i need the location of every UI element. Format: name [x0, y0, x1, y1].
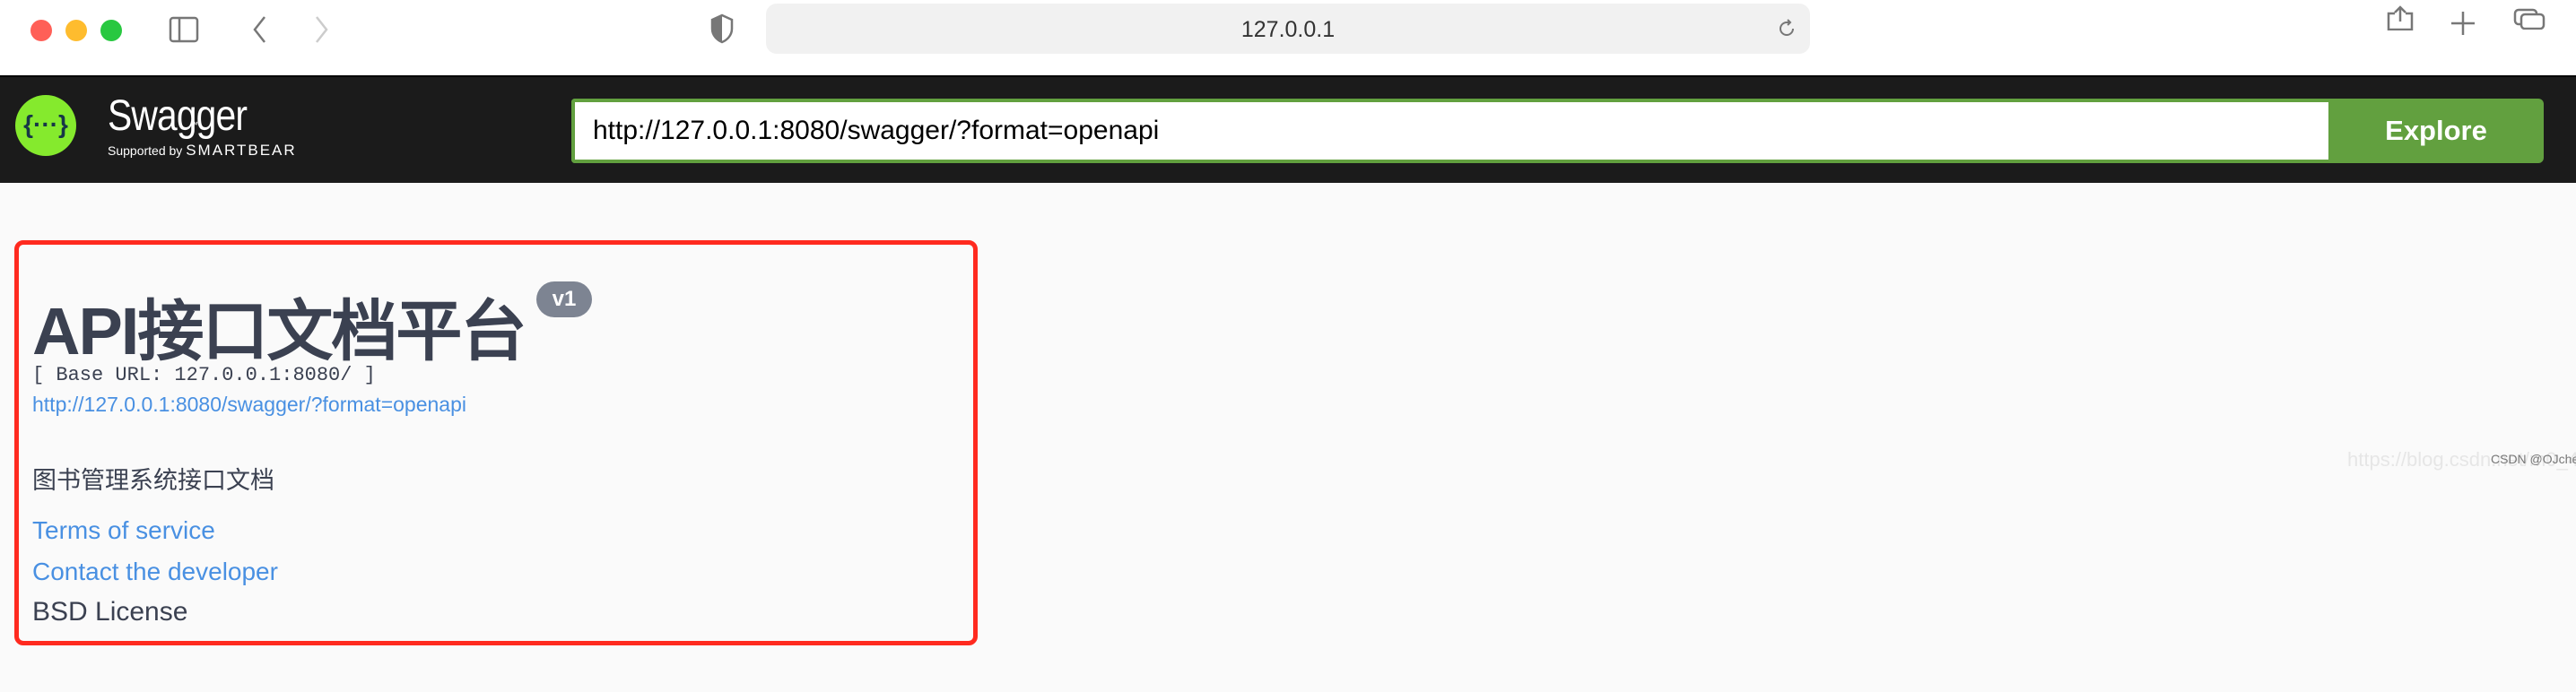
spec-url-container	[571, 99, 2328, 163]
spec-link[interactable]: http://127.0.0.1:8080/swagger/?format=op…	[32, 393, 466, 417]
contact-developer-link[interactable]: Contact the developer	[32, 558, 278, 586]
reload-icon[interactable]	[1776, 18, 1797, 39]
privacy-shield-icon[interactable]	[710, 13, 734, 44]
api-description: 图书管理系统接口文档	[32, 467, 274, 494]
swagger-topbar: {···} Swagger ™ Supported by SMARTBEAR E…	[0, 75, 2576, 183]
explore-button[interactable]: Explore	[2328, 99, 2544, 163]
share-icon-glyph	[2387, 5, 2414, 30]
base-url: [ Base URL: 127.0.0.1:8080/ ]	[32, 364, 376, 386]
license-text: BSD License	[32, 597, 188, 627]
terms-of-service-link[interactable]: Terms of service	[32, 516, 215, 545]
watermark-author: CSDN @OJchen	[2491, 452, 2576, 466]
address-text: 127.0.0.1	[1240, 17, 1336, 42]
sidebar-icon[interactable]	[169, 16, 199, 43]
close-window-button[interactable]	[30, 20, 52, 41]
swagger-logo-icon: {···}	[15, 95, 76, 156]
logo-name: Swagger	[108, 92, 248, 140]
spec-url-input[interactable]	[575, 102, 2328, 160]
page-title: API接口文档平台	[32, 294, 527, 368]
tab-overview-icon[interactable]	[2513, 8, 2546, 30]
browser-toolbar: 127.0.0.1	[0, 0, 2576, 75]
new-tab-icon[interactable]	[2450, 11, 2476, 36]
address-bar[interactable]: 127.0.0.1	[766, 4, 1810, 54]
back-icon[interactable]	[251, 14, 269, 45]
logo-supported-by: Supported by SMARTBEAR	[108, 142, 297, 159]
forward-icon[interactable]	[312, 14, 330, 45]
zoom-window-button[interactable]	[100, 20, 122, 41]
logo-tm: ™	[190, 120, 198, 129]
version-badge: v1	[536, 281, 592, 317]
minimize-window-button[interactable]	[65, 20, 87, 41]
